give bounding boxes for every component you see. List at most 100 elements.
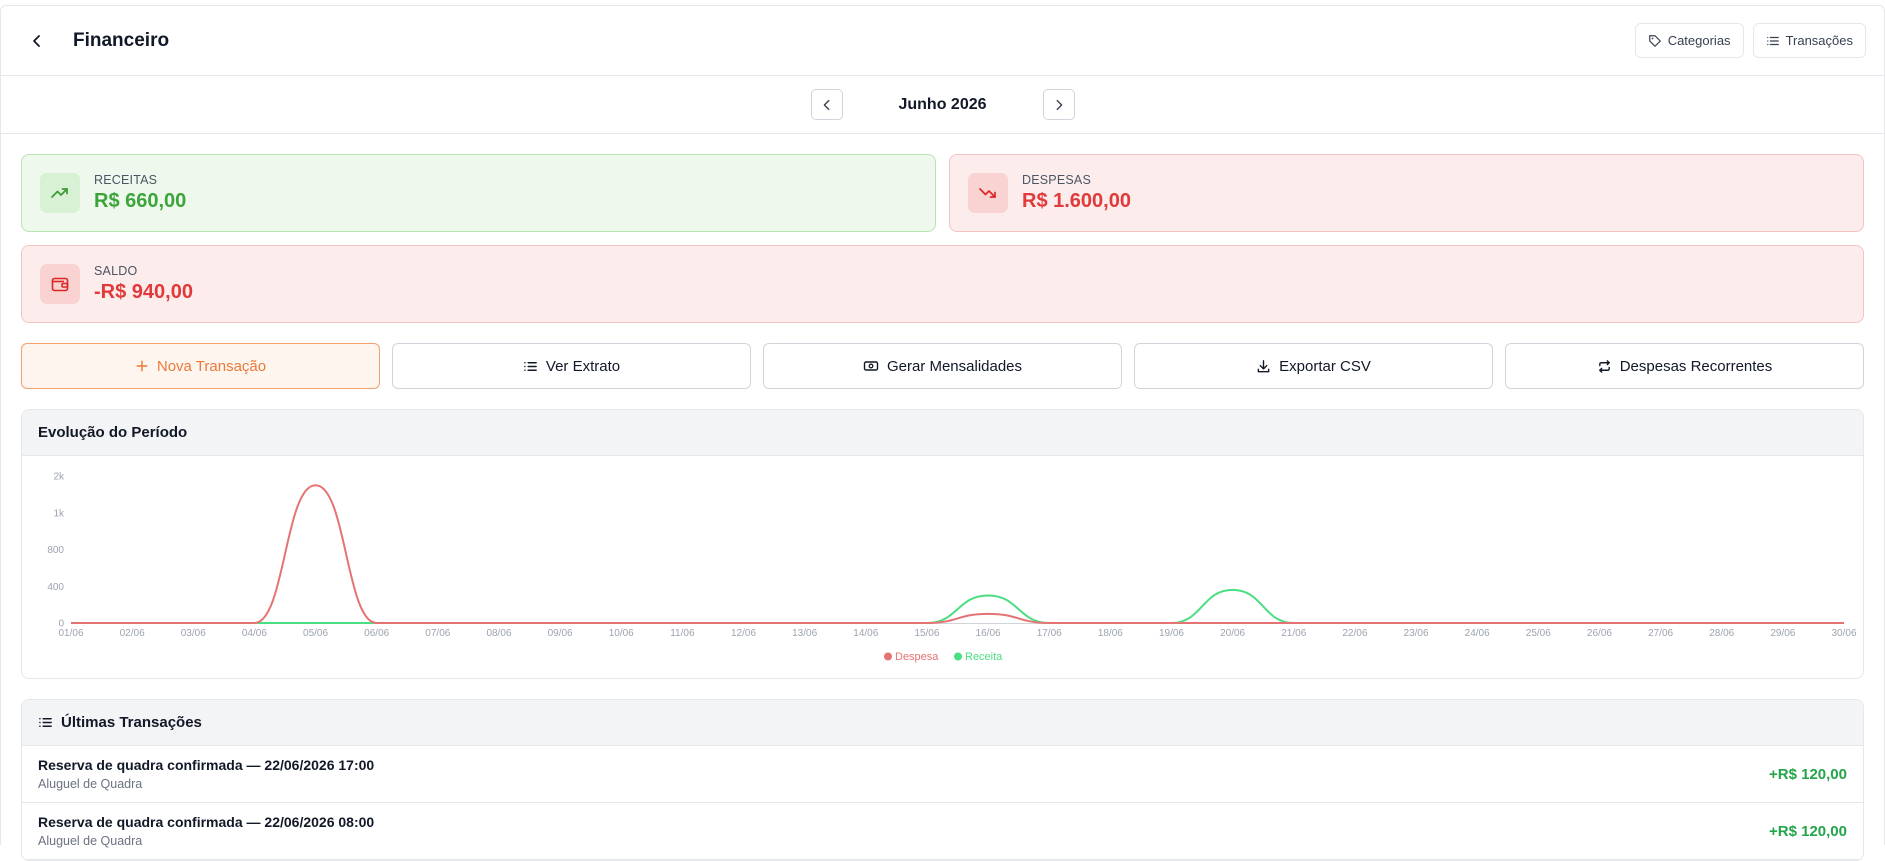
transaction-amount: +R$ 120,00 [1769, 823, 1847, 840]
x-tick-label: 28/06 [1709, 628, 1734, 639]
balance-row: SALDO -R$ 940,00 [21, 245, 1864, 323]
page-title: Financeiro [73, 30, 169, 52]
new-transaction-label: Nova Transação [157, 358, 266, 375]
x-tick-label: 16/06 [976, 628, 1001, 639]
list-icon [523, 359, 538, 374]
chevron-right-icon [1052, 98, 1066, 112]
finance-page: Financeiro Categorias Transações Junho 2… [0, 5, 1885, 845]
generate-fees-button[interactable]: Gerar Mensalidades [763, 343, 1122, 389]
x-tick-label: 26/06 [1587, 628, 1612, 639]
x-tick-label: 09/06 [548, 628, 573, 639]
receitas-card: RECEITAS R$ 660,00 [21, 154, 936, 232]
chart-panel-title: Evolução do Período [38, 424, 187, 441]
x-tick-label: 24/06 [1465, 628, 1490, 639]
receitas-value: R$ 660,00 [94, 190, 186, 213]
despesas-value: R$ 1.600,00 [1022, 190, 1131, 213]
banknote-icon [863, 358, 879, 374]
saldo-value: -R$ 940,00 [94, 281, 193, 304]
transaction-row[interactable]: Reserva de quadra confirmada — 22/06/202… [22, 803, 1863, 860]
top-bar-left: Financeiro [23, 27, 169, 55]
despesas-label: DESPESAS [1022, 173, 1131, 187]
y-tick-label: 2k [53, 472, 65, 483]
x-tick-label: 13/06 [792, 628, 817, 639]
chart-panel: Evolução do Período 04008001k2k01/0602/0… [21, 409, 1864, 679]
next-month-button[interactable] [1043, 89, 1075, 120]
x-tick-label: 22/06 [1342, 628, 1367, 639]
tag-icon [1648, 34, 1662, 48]
x-tick-label: 15/06 [914, 628, 939, 639]
despesas-card: DESPESAS R$ 1.600,00 [949, 154, 1864, 232]
top-bar: Financeiro Categorias Transações [1, 6, 1884, 76]
x-tick-label: 05/06 [303, 628, 328, 639]
x-tick-label: 11/06 [670, 628, 695, 639]
legend-label-receita: Receita [965, 651, 1003, 663]
x-tick-label: 21/06 [1281, 628, 1306, 639]
transactions-panel: Últimas Transações Reserva de quadra con… [21, 699, 1864, 861]
transaction-title: Reserva de quadra confirmada — 22/06/202… [38, 757, 374, 773]
list-icon [1766, 34, 1780, 48]
transactions-panel-header: Últimas Transações [22, 700, 1863, 746]
x-tick-label: 04/06 [242, 628, 267, 639]
trending-down-icon [968, 173, 1008, 213]
transaction-row[interactable]: Reserva de quadra confirmada — 22/06/202… [22, 746, 1863, 803]
x-tick-label: 27/06 [1648, 628, 1673, 639]
export-csv-button[interactable]: Exportar CSV [1134, 343, 1493, 389]
recurring-expenses-label: Despesas Recorrentes [1620, 358, 1773, 375]
chevron-left-icon [29, 33, 45, 49]
plus-icon [135, 359, 149, 373]
transactions-panel-title: Últimas Transações [61, 714, 202, 731]
period-chart: 04008001k2k01/0602/0603/0604/0605/0606/0… [22, 456, 1863, 678]
x-tick-label: 01/06 [58, 628, 83, 639]
transaction-category: Aluguel de Quadra [38, 834, 374, 848]
transactions-button[interactable]: Transações [1753, 23, 1866, 58]
x-tick-label: 17/06 [1037, 628, 1062, 639]
previous-month-button[interactable] [811, 89, 843, 120]
x-tick-label: 30/06 [1831, 628, 1856, 639]
categories-button-label: Categorias [1668, 33, 1731, 48]
legend-dot-despesa [884, 653, 892, 661]
x-tick-label: 18/06 [1098, 628, 1123, 639]
repeat-icon [1597, 359, 1612, 374]
receitas-label: RECEITAS [94, 173, 186, 187]
y-tick-label: 800 [47, 545, 64, 556]
legend-label-despesa: Despesa [895, 651, 939, 663]
wallet-icon [40, 264, 80, 304]
x-tick-label: 23/06 [1404, 628, 1429, 639]
x-tick-label: 20/06 [1220, 628, 1245, 639]
transaction-title: Reserva de quadra confirmada — 22/06/202… [38, 814, 374, 830]
main-content: RECEITAS R$ 660,00 DESPESAS R$ 1.600,00 [1, 134, 1884, 861]
x-tick-label: 10/06 [609, 628, 634, 639]
x-tick-label: 29/06 [1770, 628, 1795, 639]
categories-button[interactable]: Categorias [1635, 23, 1744, 58]
transaction-amount: +R$ 120,00 [1769, 766, 1847, 783]
trending-up-icon [40, 173, 80, 213]
y-tick-label: 1k [53, 508, 65, 519]
saldo-card: SALDO -R$ 940,00 [21, 245, 1864, 323]
current-period-label: Junho 2026 [893, 96, 993, 114]
x-tick-label: 14/06 [853, 628, 878, 639]
x-tick-label: 03/06 [181, 628, 206, 639]
actions-row: Nova Transação Ver Extrato Gerar Mensali… [21, 343, 1864, 389]
legend-dot-receita [954, 653, 962, 661]
series-line-despesa [71, 485, 1844, 623]
summary-cards-row: RECEITAS R$ 660,00 DESPESAS R$ 1.600,00 [21, 154, 1864, 232]
chevron-left-icon [820, 98, 834, 112]
saldo-label: SALDO [94, 264, 193, 278]
x-tick-label: 06/06 [364, 628, 389, 639]
new-transaction-button[interactable]: Nova Transação [21, 343, 380, 389]
generate-fees-label: Gerar Mensalidades [887, 358, 1022, 375]
list-icon [38, 715, 53, 730]
chart-svg: 04008001k2k01/0602/0603/0604/0605/0606/0… [22, 456, 1864, 678]
recurring-expenses-button[interactable]: Despesas Recorrentes [1505, 343, 1864, 389]
view-statement-button[interactable]: Ver Extrato [392, 343, 751, 389]
chart-panel-header: Evolução do Período [22, 410, 1863, 456]
x-tick-label: 12/06 [731, 628, 756, 639]
x-tick-label: 02/06 [120, 628, 145, 639]
back-button[interactable] [23, 27, 51, 55]
view-statement-label: Ver Extrato [546, 358, 620, 375]
download-icon [1256, 359, 1271, 374]
top-bar-actions: Categorias Transações [1635, 23, 1866, 58]
period-selector: Junho 2026 [1, 76, 1884, 134]
y-tick-label: 400 [47, 582, 64, 593]
x-tick-label: 19/06 [1159, 628, 1184, 639]
